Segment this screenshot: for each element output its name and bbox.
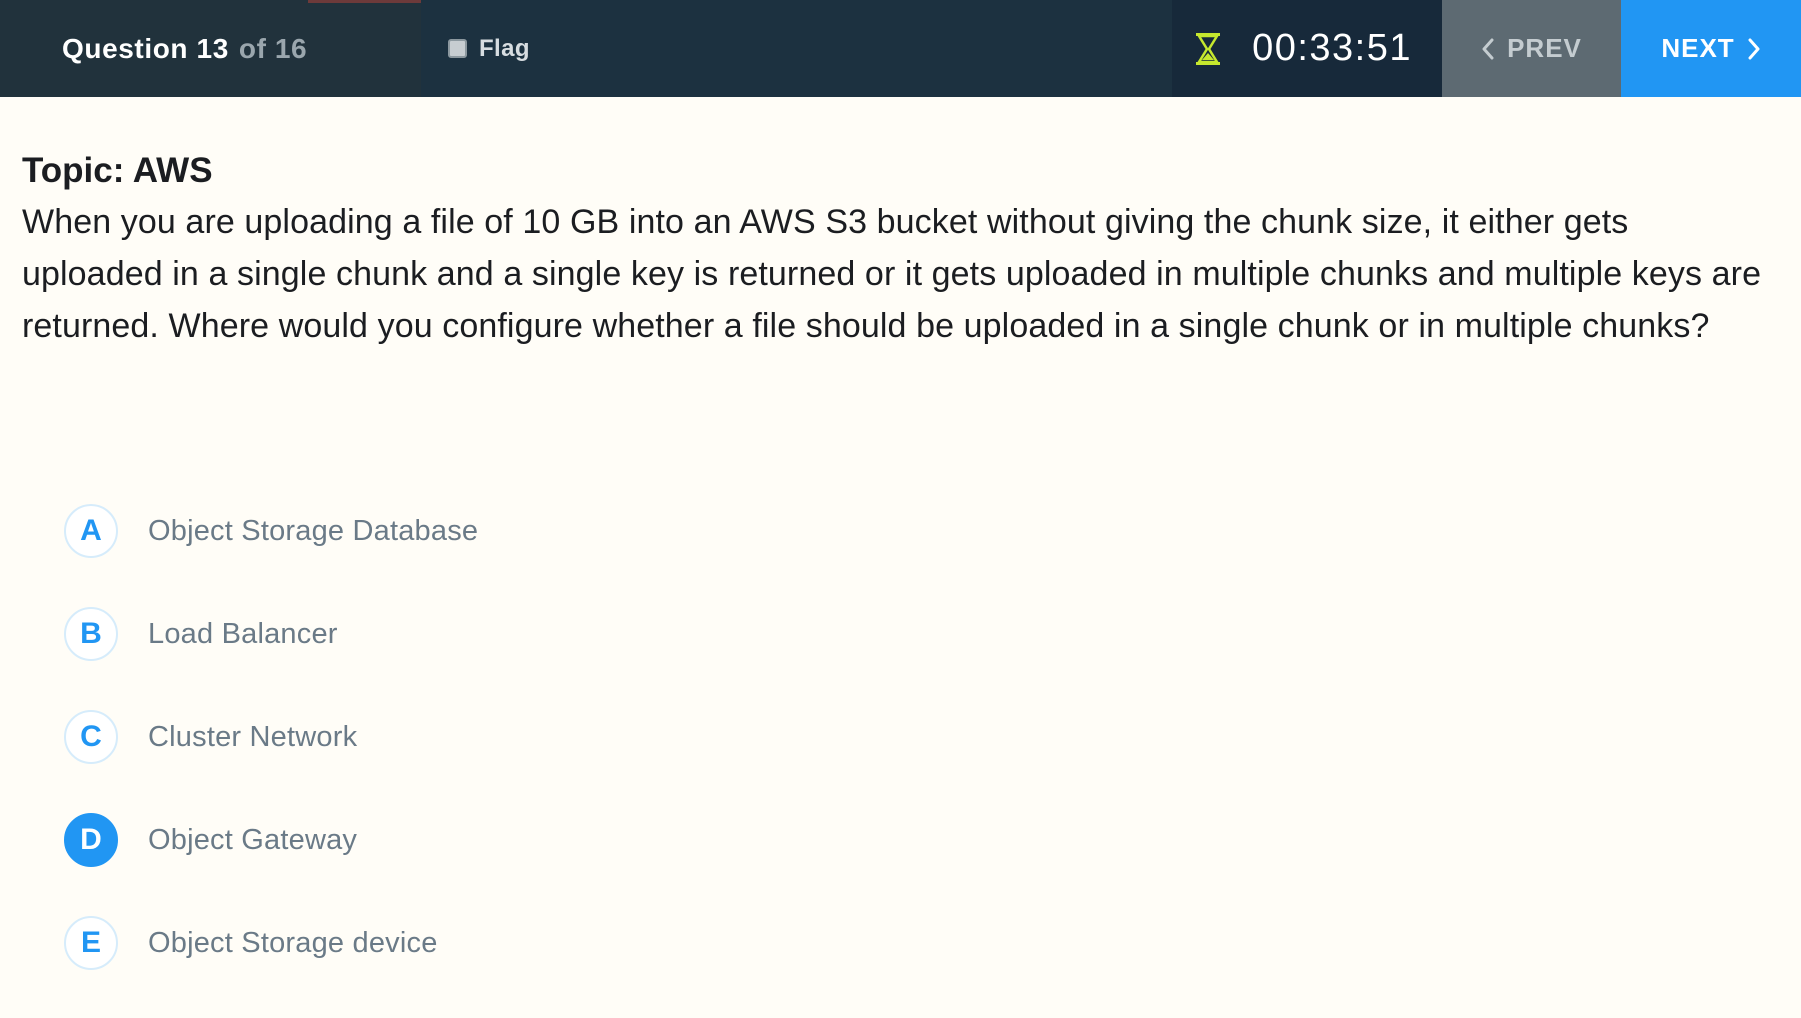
question-content: Topic: AWS When you are uploading a file… [22,146,1762,352]
option-text[interactable]: Object Storage Database [148,515,478,548]
question-counter: Question 13 of 16 [0,0,421,97]
flag-label[interactable]: Flag [479,35,530,63]
chevron-right-icon [1748,38,1760,59]
question-topic: Topic: AWS [22,151,213,190]
answer-options: A Object Storage Database B Load Balance… [64,502,478,1017]
option-text[interactable]: Load Balancer [148,618,338,651]
option-a[interactable]: A Object Storage Database [64,502,478,560]
progress-accent [308,0,421,3]
question-total: of 16 [238,32,308,64]
timer: 00:33:51 [1172,0,1442,97]
option-e[interactable]: E Object Storage device [64,914,478,972]
option-letter[interactable]: B [64,607,118,661]
prev-button[interactable]: PREV [1442,0,1621,97]
timer-value: 00:33:51 [1252,27,1412,69]
option-b[interactable]: B Load Balancer [64,605,478,663]
flag-checkbox[interactable] [448,39,467,58]
question-number: Question 13 [62,32,229,64]
option-letter[interactable]: D [64,813,118,867]
chevron-left-icon [1482,38,1494,59]
next-button[interactable]: NEXT [1621,0,1801,97]
option-letter[interactable]: C [64,710,118,764]
option-text[interactable]: Object Gateway [148,824,357,857]
option-text[interactable]: Object Storage device [148,927,438,960]
top-bar: Question 13 of 16 Flag 00:33:51 PREV NEX… [0,0,1801,97]
option-d[interactable]: D Object Gateway [64,811,478,869]
hourglass-icon [1196,32,1221,65]
option-letter[interactable]: A [64,504,118,558]
option-c[interactable]: C Cluster Network [64,708,478,766]
flag-control[interactable]: Flag [421,0,1172,97]
question-text: When you are uploading a file of 10 GB i… [22,203,1762,345]
option-letter[interactable]: E [64,916,118,970]
option-text[interactable]: Cluster Network [148,721,357,754]
prev-label: PREV [1507,33,1582,63]
next-label: NEXT [1661,33,1735,63]
